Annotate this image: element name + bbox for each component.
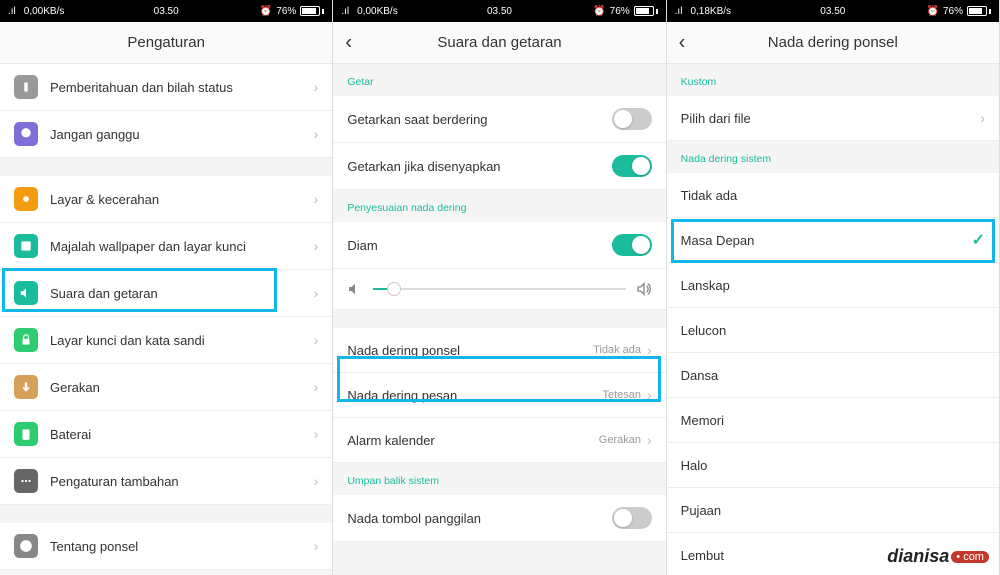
net-speed: 0,00KB/s [24, 6, 65, 17]
chevron-right-icon: › [647, 387, 652, 403]
chevron-right-icon: › [314, 538, 319, 554]
battery-icon [300, 6, 324, 16]
chevron-right-icon: › [647, 432, 652, 448]
dnd-icon [14, 122, 38, 146]
battery-pct: 76% [276, 6, 296, 17]
ringtone-option[interactable]: Dansa [667, 353, 999, 398]
header: ‹ Suara dan getaran [333, 22, 665, 64]
item-wallpaper[interactable]: Majalah wallpaper dan layar kunci › [0, 223, 332, 270]
item-about[interactable]: Tentang ponsel › [0, 523, 332, 570]
battery-icon [14, 422, 38, 446]
section-sistem: Nada dering sistem [667, 141, 999, 173]
ringtone-option[interactable]: Memori [667, 398, 999, 443]
chevron-right-icon: › [314, 191, 319, 207]
clock: 03.50 [820, 6, 845, 17]
chevron-right-icon: › [314, 79, 319, 95]
row-vibrate-ring[interactable]: Getarkan saat berdering [333, 96, 665, 143]
screen-ringtone: .ıl 0,18KB/s 03.50 ⏰ 76% ‹ Nada dering p… [667, 0, 1000, 575]
toggle-vibrate-silent[interactable] [612, 155, 652, 177]
ringtone-option[interactable]: Tidak ada [667, 173, 999, 218]
page-title: Suara dan getaran [437, 34, 561, 51]
item-battery[interactable]: Baterai › [0, 411, 332, 458]
item-additional[interactable]: Pengaturan tambahan › [0, 458, 332, 505]
chevron-right-icon: › [314, 285, 319, 301]
section-kustom: Kustom [667, 64, 999, 96]
clock: 03.50 [154, 6, 179, 17]
clock: 03.50 [487, 6, 512, 17]
chevron-right-icon: › [314, 332, 319, 348]
section-getar: Getar [333, 64, 665, 96]
toggle-diam[interactable] [612, 234, 652, 256]
signal-icon: .ıl [8, 6, 16, 17]
item-notifications[interactable]: Pemberitahuan dan bilah status › [0, 64, 332, 111]
item-lockscreen[interactable]: Layar kunci dan kata sandi › [0, 317, 332, 364]
chevron-right-icon: › [314, 473, 319, 489]
notification-icon [14, 75, 38, 99]
page-title: Nada dering ponsel [768, 34, 898, 51]
sound-icon [14, 281, 38, 305]
info-icon [14, 534, 38, 558]
chevron-right-icon: › [980, 110, 985, 126]
chevron-right-icon: › [314, 238, 319, 254]
row-pick-file[interactable]: Pilih dari file › [667, 96, 999, 141]
status-bar: .ıl 0,00KB/s 03.50 ⏰ 76% [0, 0, 332, 22]
screen-settings: .ıl 0,00KB/s 03.50 ⏰ 76% Pengaturan Pemb… [0, 0, 333, 575]
chevron-right-icon: › [314, 126, 319, 142]
volume-high-icon [636, 281, 652, 297]
row-diam[interactable]: Diam [333, 222, 665, 269]
header: Pengaturan [0, 22, 332, 64]
net-speed: 0,18KB/s [690, 6, 731, 17]
volume-slider[interactable] [333, 269, 665, 310]
ringtone-option-selected[interactable]: Masa Depan ✓ [667, 218, 999, 263]
ringtone-option[interactable]: Lanskap [667, 263, 999, 308]
display-icon [14, 187, 38, 211]
alarm-icon: ⏰ [593, 6, 605, 17]
toggle-dial[interactable] [612, 507, 652, 529]
item-display[interactable]: Layar & kecerahan › [0, 176, 332, 223]
item-sound[interactable]: Suara dan getaran › [0, 270, 332, 317]
item-gesture[interactable]: Gerakan › [0, 364, 332, 411]
watermark: dianisa• com [887, 546, 989, 567]
alarm-icon: ⏰ [260, 6, 272, 17]
alarm-icon: ⏰ [927, 6, 939, 17]
battery-icon [967, 6, 991, 16]
row-vibrate-silent[interactable]: Getarkan jika disenyapkan [333, 143, 665, 190]
gesture-icon [14, 375, 38, 399]
signal-icon: .ıl [341, 6, 349, 17]
page-title: Pengaturan [127, 34, 205, 51]
ringtone-option[interactable]: Halo [667, 443, 999, 488]
back-button[interactable]: ‹ [679, 31, 686, 54]
section-penyesuaian: Penyesuaian nada dering [333, 190, 665, 222]
ringtone-option[interactable]: Pujaan [667, 488, 999, 533]
chevron-right-icon: › [314, 379, 319, 395]
status-bar: .ıl 0,00KB/s 03.50 ⏰ 76% [333, 0, 665, 22]
signal-icon: .ıl [675, 6, 683, 17]
section-umpan: Umpan balik sistem [333, 463, 665, 495]
row-dial-tone[interactable]: Nada tombol panggilan [333, 495, 665, 542]
row-ringtone[interactable]: Nada dering ponsel Tidak ada › [333, 328, 665, 373]
battery-pct: 76% [943, 6, 963, 17]
wallpaper-icon [14, 234, 38, 258]
toggle-vibrate-ring[interactable] [612, 108, 652, 130]
back-button[interactable]: ‹ [345, 31, 352, 54]
check-icon: ✓ [972, 230, 985, 250]
lock-icon [14, 328, 38, 352]
chevron-right-icon: › [314, 426, 319, 442]
header: ‹ Nada dering ponsel [667, 22, 999, 64]
ringtone-option[interactable]: Lelucon [667, 308, 999, 353]
battery-icon [634, 6, 658, 16]
row-alarm[interactable]: Alarm kalender Gerakan › [333, 418, 665, 463]
chevron-right-icon: › [647, 342, 652, 358]
volume-low-icon [347, 281, 363, 297]
status-bar: .ıl 0,18KB/s 03.50 ⏰ 76% [667, 0, 999, 22]
row-msg-tone[interactable]: Nada dering pesan Tetesan › [333, 373, 665, 418]
battery-pct: 76% [610, 6, 630, 17]
screen-sound: .ıl 0,00KB/s 03.50 ⏰ 76% ‹ Suara dan get… [333, 0, 666, 575]
net-speed: 0,00KB/s [357, 6, 398, 17]
item-dnd[interactable]: Jangan ganggu › [0, 111, 332, 158]
more-icon [14, 469, 38, 493]
